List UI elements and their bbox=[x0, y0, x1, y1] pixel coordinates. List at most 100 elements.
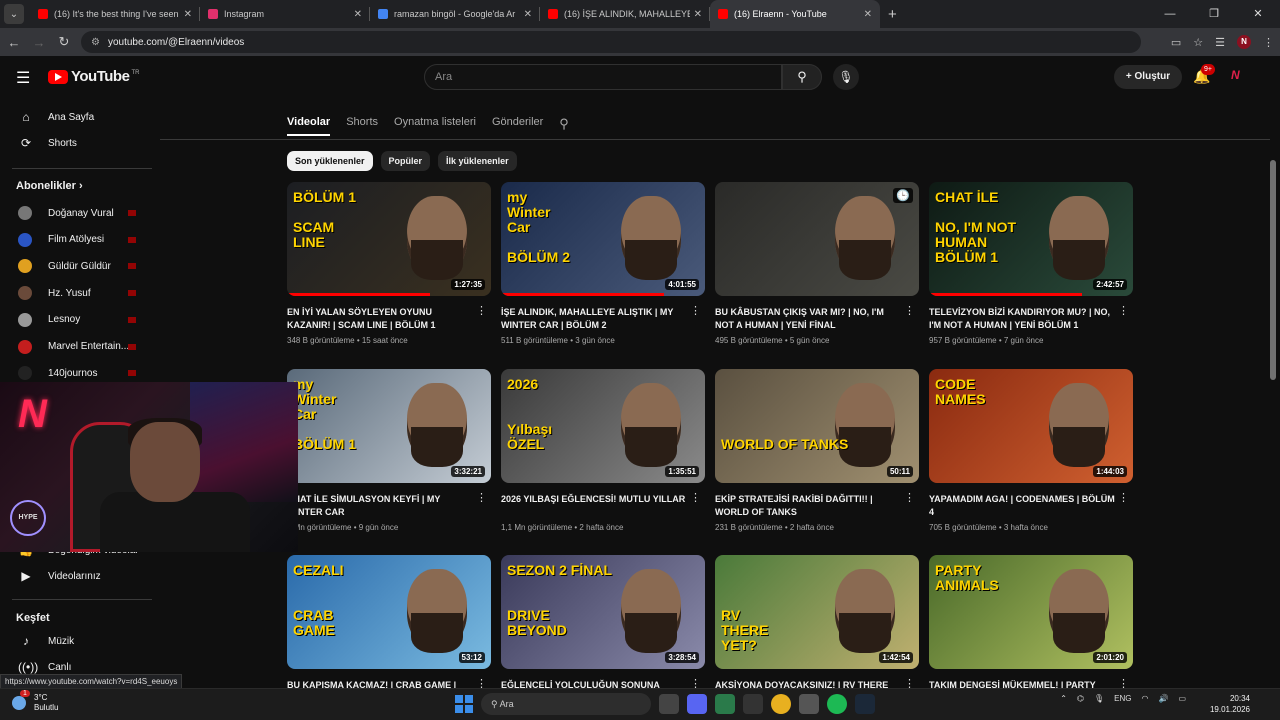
extensions-icon[interactable]: ☰ bbox=[1215, 36, 1225, 49]
browser-tab[interactable]: Instagram ✕ bbox=[200, 0, 370, 28]
network-icon[interactable]: ⌬ bbox=[1077, 694, 1084, 703]
video-card[interactable]: SEZON 2 FİNAL DRIVE BEYOND 3:28:54 EĞLENCE… bbox=[501, 555, 705, 709]
video-title[interactable]: İŞE ALINDIK, MAHALLEYE ALIŞTIK | MY WINT… bbox=[501, 306, 687, 332]
language-indicator[interactable]: ENG bbox=[1114, 694, 1131, 703]
video-menu-icon[interactable]: ⋮ bbox=[690, 491, 701, 504]
subscription-item[interactable]: Hz. Yusuf bbox=[0, 280, 152, 306]
channel-tab[interactable]: Shorts bbox=[346, 116, 378, 136]
browser-menu-icon[interactable]: ⋮ bbox=[1263, 36, 1274, 49]
volume-icon[interactable]: 🔊 bbox=[1158, 694, 1168, 703]
video-card[interactable]: PARTY ANIMALS 2:01:20 TAKIM DENGESİ MÜKEM… bbox=[929, 555, 1133, 709]
close-tab-icon[interactable]: ✕ bbox=[694, 9, 702, 20]
forward-icon[interactable]: → bbox=[28, 35, 50, 50]
video-menu-icon[interactable]: ⋮ bbox=[1118, 491, 1129, 504]
browser-tab[interactable]: (16) It's the best thing I've seen ✕ bbox=[30, 0, 200, 28]
spotify-icon[interactable] bbox=[827, 694, 847, 714]
mic-tray-icon[interactable]: 🎙 bbox=[1094, 694, 1104, 703]
weather-widget[interactable]: 1 3°C Bulutlu bbox=[12, 690, 58, 713]
sort-chip[interactable]: Popüler bbox=[380, 151, 431, 171]
maximize-icon[interactable]: ❐ bbox=[1192, 0, 1236, 28]
search-button[interactable]: ⚲ bbox=[782, 64, 822, 90]
youtube-logo[interactable]: YouTube TR bbox=[48, 68, 139, 85]
close-tab-icon[interactable]: ✕ bbox=[864, 9, 872, 20]
sort-chip[interactable]: İlk yüklenenler bbox=[438, 151, 517, 171]
start-button[interactable] bbox=[455, 695, 473, 713]
video-card[interactable]: 🕒 BU KÂBUSTAN ÇIKIŞ VAR MI? | NO, I'M NO… bbox=[715, 182, 919, 345]
video-title[interactable]: YAPAMADIM AGA! | CODENAMES | BÖLÜM 4 bbox=[929, 493, 1115, 519]
video-thumbnail[interactable]: RV THERE YET? 1:42:54 bbox=[715, 555, 919, 669]
close-tab-icon[interactable]: ✕ bbox=[524, 9, 532, 20]
tab-search-icon[interactable]: ⌄ bbox=[4, 4, 24, 24]
close-window-icon[interactable]: ✕ bbox=[1236, 0, 1280, 28]
subscription-item[interactable]: Doğanay Vural bbox=[0, 200, 152, 226]
close-tab-icon[interactable]: ✕ bbox=[354, 9, 362, 20]
minimize-icon[interactable]: — bbox=[1148, 0, 1192, 28]
video-menu-icon[interactable]: ⋮ bbox=[476, 304, 487, 317]
app-icon[interactable] bbox=[799, 694, 819, 714]
video-title[interactable]: EKİP STRATEJİSİ RAKİBİ DAĞITTI!! | WORLD… bbox=[715, 493, 901, 519]
subscription-item[interactable]: Film Atölyesi bbox=[0, 227, 152, 253]
video-thumbnail[interactable]: PARTY ANIMALS 2:01:20 bbox=[929, 555, 1133, 669]
video-card[interactable]: CEZALI CRAB GAME 53:12 BU KAPIŞMA KAÇMAZ! … bbox=[287, 555, 491, 709]
video-title[interactable]: EN İYİ YALAN SÖYLEYEN OYUNU KAZANIR! | S… bbox=[287, 306, 473, 332]
tray-chevron-icon[interactable]: ⌃ bbox=[1060, 694, 1067, 703]
search-input[interactable]: Ara bbox=[424, 64, 782, 90]
voice-search-button[interactable]: 🎙 bbox=[833, 64, 859, 90]
sidebar-item-your-videos[interactable]: ▶ Videolarınız bbox=[0, 563, 152, 589]
video-thumbnail[interactable]: my Winter Car BÖLÜM 1 3:32:21 bbox=[287, 369, 491, 483]
video-title[interactable]: 2026 YILBAŞI EĞLENCESİ! MUTLU YILLAR bbox=[501, 493, 687, 519]
video-menu-icon[interactable]: ⋮ bbox=[476, 491, 487, 504]
browser-tab[interactable]: (16) İŞE ALINDIK, MAHALLEYE A ✕ bbox=[540, 0, 710, 28]
browser-tab[interactable]: (16) Elraenn - YouTube ✕ bbox=[710, 0, 880, 28]
channel-tab[interactable]: Oynatma listeleri bbox=[394, 116, 476, 136]
sidebar-item-music[interactable]: ♪ Müzik bbox=[0, 628, 152, 654]
create-button[interactable]: + Oluştur bbox=[1114, 65, 1182, 89]
url-field[interactable]: ⚙ youtube.com/@Elraenn/videos bbox=[81, 31, 1141, 53]
video-thumbnail[interactable]: SEZON 2 FİNAL DRIVE BEYOND 3:28:54 bbox=[501, 555, 705, 669]
page-scrollbar[interactable] bbox=[1270, 160, 1276, 380]
video-card[interactable]: my Winter Car BÖLÜM 1 3:32:21 CHAT İLE SİMU… bbox=[287, 369, 491, 532]
back-icon[interactable]: ← bbox=[3, 35, 25, 50]
site-info-icon[interactable]: ⚙ bbox=[91, 37, 100, 48]
new-tab-icon[interactable]: + bbox=[888, 6, 897, 23]
close-tab-icon[interactable]: ✕ bbox=[184, 9, 192, 20]
video-thumbnail[interactable]: 🕒 bbox=[715, 182, 919, 296]
discord-icon[interactable] bbox=[687, 694, 707, 714]
cast-icon[interactable]: ▭ bbox=[1171, 36, 1181, 49]
channel-tab[interactable]: Gönderiler bbox=[492, 116, 543, 136]
subscription-item[interactable]: Marvel Entertain... bbox=[0, 334, 152, 360]
task-view-icon[interactable] bbox=[659, 694, 679, 714]
app-icon[interactable] bbox=[743, 694, 763, 714]
video-thumbnail[interactable]: CEZALI CRAB GAME 53:12 bbox=[287, 555, 491, 669]
video-card[interactable]: my Winter Car BÖLÜM 2 4:01:55 İŞE ALINDIK, … bbox=[501, 182, 705, 345]
reload-icon[interactable]: ↻ bbox=[53, 34, 75, 50]
video-menu-icon[interactable]: ⋮ bbox=[904, 304, 915, 317]
video-thumbnail[interactable]: CHAT İLE NO, I'M NOT HUMAN BÖLÜM 1 2:42:57 bbox=[929, 182, 1133, 296]
channel-tab[interactable]: Videolar bbox=[287, 116, 331, 136]
video-menu-icon[interactable]: ⋮ bbox=[904, 491, 915, 504]
sort-chip[interactable]: Son yüklenenler bbox=[287, 151, 373, 171]
subscription-item[interactable]: Lesnoy bbox=[0, 307, 152, 333]
bookmark-star-icon[interactable]: ☆ bbox=[1193, 36, 1203, 49]
video-menu-icon[interactable]: ⋮ bbox=[1118, 304, 1129, 317]
browser-tab[interactable]: ramazan bingöl - Google'da Ar ✕ bbox=[370, 0, 540, 28]
watch-later-icon[interactable]: 🕒 bbox=[893, 188, 913, 203]
chrome-icon[interactable] bbox=[771, 694, 791, 714]
video-menu-icon[interactable]: ⋮ bbox=[690, 304, 701, 317]
video-card[interactable]: CHAT İLE NO, I'M NOT HUMAN BÖLÜM 1 2:42:57 … bbox=[929, 182, 1133, 345]
menu-icon[interactable]: ☰ bbox=[16, 68, 30, 88]
video-thumbnail[interactable]: CODE NAMES 1:44:03 bbox=[929, 369, 1133, 483]
video-card[interactable]: CODE NAMES 1:44:03 YAPAMADIM AGA! | CODEN… bbox=[929, 369, 1133, 532]
wifi-icon[interactable]: ◠ bbox=[1141, 694, 1148, 703]
account-avatar[interactable]: N bbox=[1231, 68, 1247, 84]
video-title[interactable]: BU KÂBUSTAN ÇIKIŞ VAR MI? | NO, I'M NOT … bbox=[715, 306, 901, 332]
video-card[interactable]: BÖLÜM 1 SCAM LINE 1:27:35 EN İYİ YALAN SÖY… bbox=[287, 182, 491, 345]
video-title[interactable]: TELEVİZYON BİZİ KANDIRIYOR MU? | NO, I'M… bbox=[929, 306, 1115, 332]
video-thumbnail[interactable]: 2026 Yılbaşı ÖZEL 1:35:51 bbox=[501, 369, 705, 483]
app-icon[interactable] bbox=[715, 694, 735, 714]
subscription-item[interactable]: Güldür Güldür bbox=[0, 253, 152, 279]
profile-avatar[interactable]: N bbox=[1237, 35, 1251, 49]
video-thumbnail[interactable]: WORLD OF TANKS 50:11 bbox=[715, 369, 919, 483]
clock[interactable]: 20:34 19.01.2026 bbox=[1210, 693, 1250, 715]
video-thumbnail[interactable]: my Winter Car BÖLÜM 2 4:01:55 bbox=[501, 182, 705, 296]
